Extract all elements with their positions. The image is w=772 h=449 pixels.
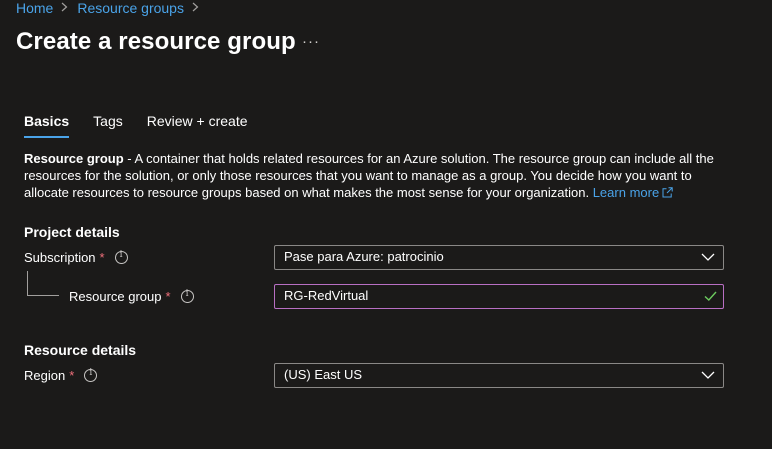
breadcrumb: Home Resource groups	[16, 0, 208, 16]
description: Resource group - A container that holds …	[24, 150, 724, 201]
region-dropdown[interactable]: (US) East US	[274, 363, 724, 388]
more-icon[interactable]: ···	[302, 33, 320, 50]
subscription-dropdown[interactable]: Pase para Azure: patrocinio	[274, 245, 724, 270]
resource-group-label: Resource group *	[69, 289, 194, 304]
resource-details-heading: Resource details	[24, 342, 137, 358]
page-title: Create a resource group	[16, 28, 296, 55]
tab-basics[interactable]: Basics	[24, 113, 70, 138]
learn-more-label: Learn more	[592, 185, 660, 200]
breadcrumb-resource-groups-link[interactable]: Resource groups	[77, 0, 184, 16]
subscription-label-text: Subscription	[24, 250, 96, 265]
description-term: Resource group	[24, 151, 124, 166]
required-marker: *	[99, 250, 105, 265]
page: Home Resource groups Create a resource g…	[0, 0, 772, 449]
chevron-down-icon	[701, 371, 715, 379]
region-label: Region *	[24, 368, 98, 383]
info-icon[interactable]	[84, 368, 98, 382]
learn-more-link[interactable]: Learn more	[593, 185, 673, 200]
resource-group-value: RG-RedVirtual	[284, 288, 369, 303]
subscription-value: Pase para Azure: patrocinio	[284, 249, 444, 264]
external-link-icon	[662, 187, 673, 198]
required-marker: *	[69, 368, 75, 383]
tab-tags[interactable]: Tags	[93, 113, 123, 137]
checkmark-icon	[704, 291, 717, 301]
info-icon[interactable]	[114, 250, 128, 264]
resource-group-label-text: Resource group	[69, 289, 162, 304]
chevron-down-icon	[701, 253, 715, 261]
chevron-right-icon	[192, 0, 199, 16]
subscription-label: Subscription *	[24, 250, 128, 265]
project-details-heading: Project details	[24, 224, 120, 240]
tree-connector-vertical	[27, 271, 28, 295]
resource-group-input[interactable]: RG-RedVirtual	[274, 284, 724, 309]
info-icon[interactable]	[180, 289, 194, 303]
tab-review-create[interactable]: Review + create	[147, 113, 248, 137]
region-label-text: Region	[24, 368, 66, 383]
region-value: (US) East US	[284, 367, 363, 382]
chevron-right-icon	[61, 0, 68, 16]
breadcrumb-home-link[interactable]: Home	[16, 0, 53, 16]
required-marker: *	[165, 289, 171, 304]
tree-connector-horizontal	[27, 295, 59, 296]
tab-bar: Basics Tags Review + create	[24, 113, 272, 138]
